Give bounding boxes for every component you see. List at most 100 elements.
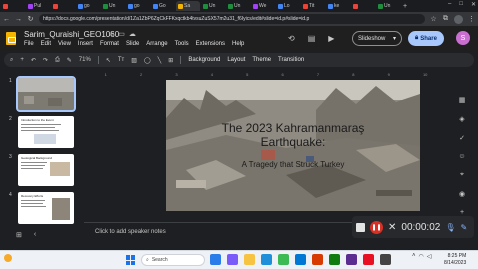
filmstrip-item[interactable]: 4 Recovery Efforts xyxy=(0,192,78,226)
extensions-icon[interactable]: ⧉ xyxy=(442,15,449,23)
taskbar-clock[interactable]: 8:25 PM 8/14/2023 xyxy=(444,253,466,267)
filmstrip-item[interactable]: 1 xyxy=(0,76,78,112)
slide-thumbnail[interactable]: Introduction to the Event xyxy=(18,116,74,148)
stop-recording-button[interactable] xyxy=(356,222,365,232)
store-icon[interactable] xyxy=(295,254,306,265)
document-title[interactable]: Sarim_Quraishi_GEO1060 xyxy=(24,30,119,39)
browser-profile-icon[interactable] xyxy=(454,14,463,24)
browser-tab[interactable]: go xyxy=(76,1,100,11)
minimize-icon[interactable]: – xyxy=(448,1,451,8)
close-icon[interactable]: ✕ xyxy=(471,1,476,8)
speaker-notes[interactable]: Click to add speaker notes xyxy=(95,229,166,235)
browser-tab[interactable]: Sa xyxy=(176,1,200,11)
text-box-icon[interactable]: Tт xyxy=(118,57,124,63)
chrome-icon[interactable] xyxy=(278,254,289,265)
speaker-icon[interactable]: ◁ xyxy=(427,253,432,260)
new-slide-icon[interactable]: + xyxy=(20,57,24,63)
star-icon[interactable]: ☆ xyxy=(108,30,114,38)
slideshow-button[interactable]: Slideshow ▾ xyxy=(352,31,402,46)
browser-menu-icon[interactable]: ⋮ xyxy=(468,15,475,23)
slide-title[interactable]: The 2023 Kahramanmaraş Earthquake: xyxy=(190,121,396,149)
menu-item-insert[interactable]: Insert xyxy=(78,41,93,47)
background-button[interactable]: Background xyxy=(188,57,220,63)
browser-tab[interactable]: Un xyxy=(201,1,225,11)
browser-tab[interactable]: We xyxy=(251,1,275,11)
star-icon[interactable]: ☆ xyxy=(430,15,437,23)
shape-icon[interactable]: ◯ xyxy=(144,57,151,64)
undo-icon[interactable]: ↶ xyxy=(31,57,36,64)
browser-tab[interactable] xyxy=(1,1,25,11)
browser-tab[interactable]: Pul xyxy=(26,1,50,11)
forward-icon[interactable]: → xyxy=(15,16,22,23)
paint-format-icon[interactable]: ✎ xyxy=(67,57,72,64)
select-icon[interactable]: ↖ xyxy=(106,57,111,64)
browser-tab[interactable]: Un xyxy=(101,1,125,11)
grid-view-icon[interactable]: ⊞ xyxy=(16,231,22,239)
layout-button[interactable]: Layout xyxy=(227,57,245,63)
keep-icon[interactable]: ◈ xyxy=(459,115,464,123)
tasks-icon[interactable]: ✓ xyxy=(459,134,465,142)
image-icon[interactable]: ▨ xyxy=(131,57,137,64)
office-icon[interactable] xyxy=(312,254,323,265)
zoom-menu[interactable]: 71% xyxy=(79,57,91,63)
menu-item-view[interactable]: View xyxy=(58,41,71,47)
maximize-icon[interactable]: □ xyxy=(459,1,463,8)
slide-subtitle[interactable]: A Tragedy that Struck Turkey xyxy=(196,160,390,169)
filmstrip-item[interactable]: 3 Geological Background xyxy=(0,154,78,188)
microphone-icon[interactable]: 🎙︎ xyxy=(445,223,455,232)
chevron-down-icon[interactable]: ▾ xyxy=(393,35,396,42)
weather-widget[interactable] xyxy=(4,254,12,262)
add-addon-icon[interactable]: + xyxy=(460,209,464,216)
chevron-up-icon[interactable]: ˄ xyxy=(412,253,416,260)
slide-thumbnail[interactable]: Recovery Efforts xyxy=(18,192,74,224)
browser-tab[interactable]: go xyxy=(126,1,150,11)
task-view-icon[interactable] xyxy=(210,254,221,265)
contacts-icon[interactable]: ☺ xyxy=(458,153,465,160)
file-explorer-icon[interactable] xyxy=(244,254,255,265)
browser-tab[interactable]: Tit xyxy=(301,1,325,11)
cloud-saved-icon[interactable]: ☁ xyxy=(129,30,136,38)
taskbar-search[interactable]: ⌕ Search xyxy=(141,254,205,266)
xbox-icon[interactable] xyxy=(329,254,340,265)
comment-icon[interactable]: ⊞ xyxy=(168,57,173,64)
menu-item-arrange[interactable]: Arrange xyxy=(146,41,167,47)
wifi-icon[interactable]: ◠ xyxy=(419,253,424,260)
menu-item-slide[interactable]: Slide xyxy=(126,41,139,47)
share-button[interactable]: 🔒︎ Share xyxy=(408,31,444,46)
browser-tab[interactable] xyxy=(351,1,375,11)
menu-item-edit[interactable]: Edit xyxy=(41,41,51,47)
menu-item-file[interactable]: File xyxy=(24,41,34,47)
history-icon[interactable]: ⟲ xyxy=(288,34,295,43)
teams-icon[interactable] xyxy=(227,254,238,265)
edge-icon[interactable] xyxy=(261,254,272,265)
filmstrip-item[interactable]: 2 Introduction to the Event xyxy=(0,116,78,150)
comments-icon[interactable]: ▤ xyxy=(308,34,316,43)
browser-tab[interactable]: Lo xyxy=(276,1,300,11)
theme-button[interactable]: Theme xyxy=(252,57,271,63)
start-icon[interactable] xyxy=(126,255,136,265)
redo-icon[interactable]: ↷ xyxy=(43,57,48,64)
browser-tab[interactable]: Un xyxy=(376,1,400,11)
current-slide[interactable]: The 2023 Kahramanmaraş Earthquake: A Tra… xyxy=(166,80,420,211)
avatar[interactable]: S xyxy=(456,31,470,45)
pause-recording-button[interactable]: ❚❚ xyxy=(370,220,383,234)
search-menus-icon[interactable]: ⌕ xyxy=(10,57,13,64)
cancel-recording-icon[interactable]: ✕ xyxy=(388,222,396,233)
browser-tab[interactable]: ke xyxy=(326,1,350,11)
slide-thumbnail[interactable]: Geological Background xyxy=(18,154,74,186)
browser-tab[interactable]: Un xyxy=(226,1,250,11)
print-icon[interactable]: ⎙ xyxy=(55,57,60,64)
browser-tab[interactable] xyxy=(51,1,75,11)
browser-tab[interactable]: Go xyxy=(151,1,175,11)
meet-icon[interactable]: ▶ xyxy=(328,34,334,43)
calendar-icon[interactable]: ▦ xyxy=(459,96,466,104)
menu-item-help[interactable]: Help xyxy=(232,41,244,47)
url-field[interactable]: https://docs.google.com/presentation/d/1… xyxy=(39,14,425,24)
record-icon[interactable]: ◉ xyxy=(459,190,465,198)
menu-item-extensions[interactable]: Extensions xyxy=(196,41,225,47)
app-icon[interactable] xyxy=(346,254,357,265)
maps-icon[interactable]: ⌖ xyxy=(460,171,464,179)
slides-logo-icon[interactable] xyxy=(6,32,16,45)
move-folder-icon[interactable]: ▭ xyxy=(118,30,125,38)
app-icon[interactable] xyxy=(380,254,391,265)
